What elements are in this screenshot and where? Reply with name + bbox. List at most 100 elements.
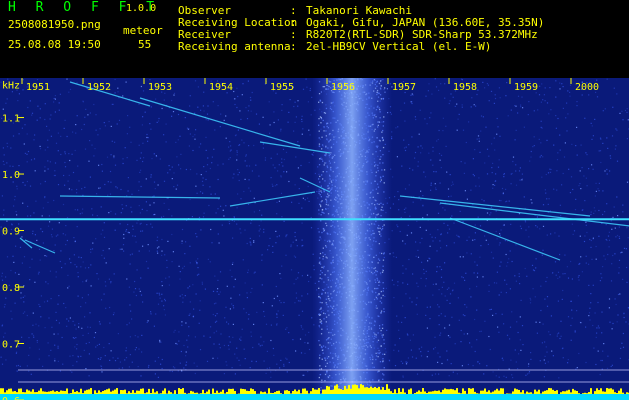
noise-speck (118, 367, 120, 369)
noise-speck (276, 201, 278, 203)
noise-speck (108, 212, 110, 214)
noise-speck (139, 171, 141, 173)
x-tick-label: 1958 (453, 82, 477, 93)
noise-speck (138, 103, 140, 105)
noise-speck (519, 283, 521, 285)
noise-speck (478, 138, 480, 140)
noise-speck (494, 180, 496, 182)
noise-speck (304, 342, 306, 344)
noise-speck (125, 350, 127, 352)
noise-speck (233, 173, 235, 175)
noise-speck (485, 239, 487, 241)
noise-speck (536, 216, 538, 218)
noise-speck (591, 164, 593, 166)
noise-speck (66, 325, 68, 327)
noise-speck (520, 349, 522, 351)
noise-speck (450, 93, 452, 95)
noise-speck (279, 367, 281, 369)
noise-speck (77, 295, 79, 297)
noise-speck (262, 116, 264, 118)
noise-speck (302, 88, 305, 90)
noise-speck (231, 276, 233, 278)
noise-speck (16, 370, 18, 372)
noise-speck (104, 125, 106, 127)
noise-speck (232, 323, 234, 325)
noise-speck (251, 170, 253, 172)
noise-speck (435, 188, 437, 191)
noise-speck (178, 265, 180, 267)
noise-speck (621, 110, 623, 112)
noise-speck (88, 160, 90, 162)
noise-speck (180, 350, 182, 353)
noise-speck (150, 311, 152, 313)
noise-speck (404, 120, 406, 122)
noise-speck (168, 208, 170, 211)
noise-speck (39, 148, 42, 150)
noise-speck (411, 102, 413, 105)
noise-speck (444, 97, 446, 99)
noise-speck (125, 357, 128, 359)
noise-speck (63, 174, 65, 177)
noise-speck (307, 371, 309, 373)
noise-speck (205, 178, 207, 181)
noise-speck (429, 318, 431, 320)
noise-speck (272, 347, 274, 350)
noise-speck (543, 376, 545, 378)
noise-speck (419, 242, 421, 244)
noise-speck (604, 258, 606, 260)
noise-speck (476, 309, 478, 311)
noise-speck (415, 255, 417, 257)
noise-speck (54, 98, 56, 100)
noise-speck (160, 216, 163, 218)
noise-speck (508, 258, 510, 260)
noise-speck (173, 172, 175, 174)
noise-speck (300, 325, 302, 327)
noise-speck (24, 124, 26, 126)
noise-speck (272, 245, 274, 247)
noise-speck (248, 105, 250, 107)
noise-speck (166, 266, 168, 269)
noise-speck (420, 351, 422, 353)
noise-speck (85, 342, 87, 345)
noise-speck (532, 288, 534, 290)
noise-speck (210, 228, 212, 231)
noise-speck (538, 94, 541, 96)
noise-speck (498, 244, 500, 246)
noise-speck (160, 363, 162, 365)
noise-speck (198, 216, 201, 218)
noise-speck (476, 264, 478, 266)
noise-speck (249, 190, 252, 192)
noise-speck (122, 162, 124, 165)
noise-speck (283, 365, 285, 367)
noise-speck (530, 150, 532, 153)
noise-speck (298, 188, 300, 190)
noise-speck (577, 276, 579, 278)
noise-speck (63, 302, 65, 305)
noise-speck (50, 234, 53, 236)
noise-speck (486, 365, 488, 367)
noise-speck (301, 115, 303, 117)
noise-speck (607, 253, 609, 256)
noise-speck (76, 192, 78, 194)
noise-speck (507, 115, 509, 117)
noise-speck (53, 250, 55, 252)
noise-speck (189, 95, 191, 97)
noise-speck (544, 355, 546, 357)
noise-speck (588, 168, 590, 170)
noise-speck (597, 188, 599, 190)
noise-speck (189, 133, 191, 135)
noise-speck (82, 281, 84, 283)
noise-speck (438, 315, 440, 317)
noise-speck (74, 149, 76, 152)
noise-speck (242, 83, 244, 85)
noise-speck (36, 341, 38, 343)
noise-speck (237, 193, 239, 195)
noise-speck (187, 346, 189, 348)
noise-speck (146, 136, 148, 139)
noise-speck (81, 128, 83, 131)
noise-speck (430, 189, 432, 191)
noise-speck (599, 280, 601, 282)
noise-speck (24, 311, 26, 313)
noise-speck (310, 276, 312, 278)
noise-speck (220, 113, 222, 115)
